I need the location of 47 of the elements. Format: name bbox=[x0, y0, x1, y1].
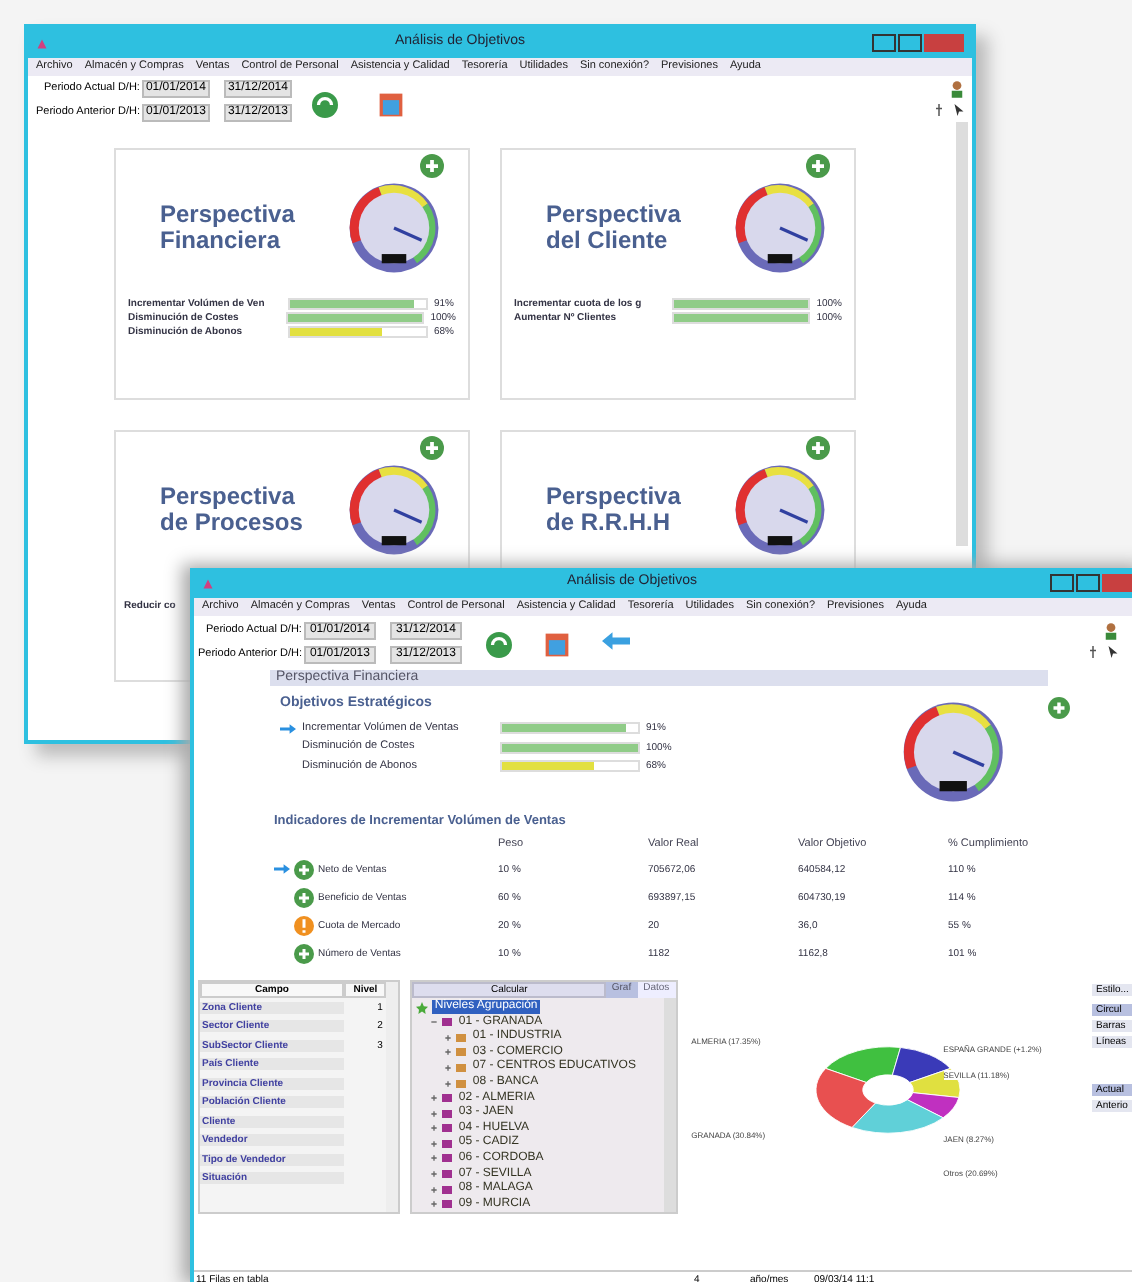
grid-icon[interactable] bbox=[543, 631, 570, 658]
expand-icon[interactable] bbox=[430, 1170, 439, 1179]
expand-icon[interactable] bbox=[430, 1139, 439, 1148]
scrollbar[interactable] bbox=[956, 121, 968, 546]
grid-icon[interactable] bbox=[377, 91, 404, 118]
user-icon[interactable] bbox=[950, 79, 964, 98]
maximize-button[interactable] bbox=[1076, 574, 1100, 592]
scrollbar[interactable] bbox=[386, 981, 399, 1213]
minimize-button[interactable] bbox=[1050, 574, 1074, 592]
refresh-icon[interactable] bbox=[485, 631, 512, 658]
cursor-icon[interactable] bbox=[954, 103, 964, 116]
expand-icon[interactable] bbox=[430, 1124, 439, 1133]
expand-icon[interactable] bbox=[430, 1200, 439, 1209]
gauge-drawing bbox=[734, 181, 826, 274]
plus-icon[interactable] bbox=[1048, 696, 1070, 721]
expand-icon[interactable] bbox=[430, 1094, 439, 1103]
gauge-drawing bbox=[348, 181, 440, 274]
back-arrow-icon[interactable] bbox=[601, 631, 630, 650]
app-icon bbox=[36, 37, 48, 49]
expand-icon[interactable] bbox=[444, 1063, 453, 1072]
expand-icon[interactable] bbox=[430, 1154, 439, 1163]
plus-icon[interactable] bbox=[420, 153, 444, 178]
gauge-drawing bbox=[734, 463, 826, 556]
minimize-button[interactable] bbox=[872, 34, 896, 52]
star-icon bbox=[416, 1001, 429, 1014]
expand-icon[interactable] bbox=[444, 1033, 453, 1042]
refresh-icon[interactable] bbox=[311, 91, 338, 118]
collapse-icon[interactable] bbox=[430, 1018, 439, 1027]
card-title: Perspectiva de Procesos bbox=[160, 483, 305, 536]
user-icon[interactable] bbox=[1104, 621, 1118, 640]
expand-icon[interactable] bbox=[430, 1185, 439, 1194]
plus-icon[interactable] bbox=[420, 435, 444, 460]
cursor-icon[interactable] bbox=[1108, 645, 1118, 658]
maximize-button[interactable] bbox=[898, 34, 922, 52]
arrow-icon bbox=[280, 723, 296, 734]
card-title: Perspectiva Financiera bbox=[160, 201, 297, 254]
scrollbar[interactable] bbox=[663, 997, 676, 1213]
expand-icon[interactable] bbox=[444, 1079, 453, 1088]
gauge-drawing bbox=[348, 463, 440, 556]
expand-icon[interactable] bbox=[444, 1048, 453, 1057]
arrow-icon bbox=[274, 864, 290, 875]
app-icon bbox=[202, 577, 214, 589]
plus-icon[interactable] bbox=[806, 435, 830, 460]
card-title: Perspectiva de R.R.H.H bbox=[546, 483, 683, 536]
card-title: Perspectiva del Cliente bbox=[546, 201, 683, 254]
plus-icon[interactable] bbox=[806, 153, 830, 178]
expand-icon[interactable] bbox=[430, 1109, 439, 1118]
